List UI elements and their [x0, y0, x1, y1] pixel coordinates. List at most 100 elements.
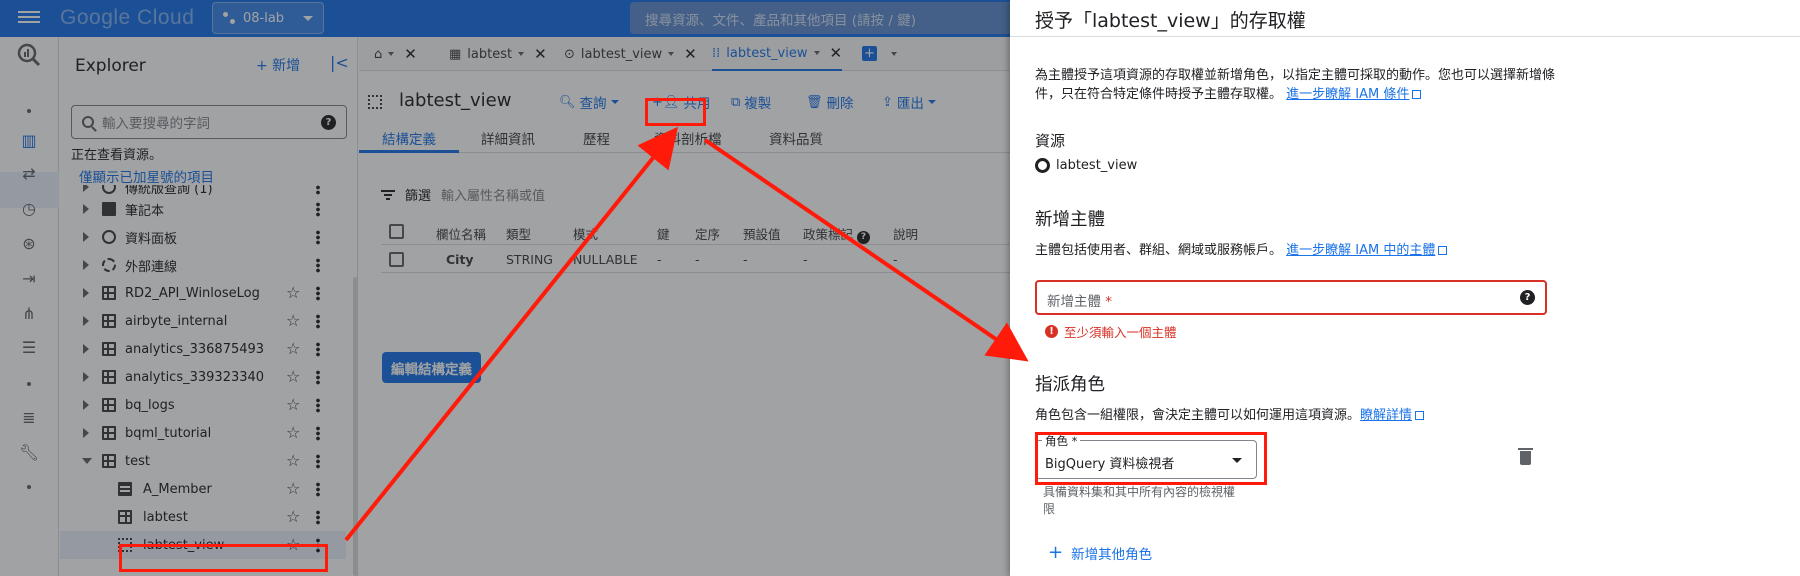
expand-arrow-icon[interactable] [83, 400, 89, 410]
schema-filter[interactable]: 篩選 輸入屬性名稱或值 [381, 185, 545, 204]
tree-item-dataset[interactable]: analytics_339323340 ☆ [60, 363, 346, 391]
star-icon[interactable]: ☆ [286, 367, 300, 386]
add-another-role-button[interactable]: + 新增其他角色 [1048, 543, 1152, 564]
subtab-schema[interactable]: 結構定義 [382, 128, 436, 148]
settings-list-nav-icon[interactable]: ☰ [17, 335, 41, 359]
row-checkbox[interactable] [389, 252, 404, 267]
iam-conditions-link[interactable]: 進一步瞭解 IAM 條件 [1286, 87, 1409, 102]
tree-item-notebooks[interactable]: 筆記本 [60, 195, 346, 223]
close-icon[interactable]: ✕ [404, 45, 417, 63]
close-icon[interactable]: ✕ [684, 45, 697, 63]
bigquery-logo-icon[interactable] [17, 43, 41, 67]
chevron-down-icon[interactable] [668, 52, 675, 56]
delete-role-icon[interactable] [1518, 448, 1533, 465]
help-icon[interactable]: ? [321, 114, 336, 130]
expand-arrow-icon[interactable] [83, 260, 89, 270]
tree-item-dataset[interactable]: bq_logs ☆ [60, 391, 346, 419]
transfers-nav-icon[interactable]: ⇄ [17, 161, 41, 185]
subtab-lineage[interactable]: 歷程 [583, 128, 610, 148]
share-button[interactable]: +👤︎ 共用 [652, 92, 710, 113]
tab-labtest-view[interactable]: ⁞⁞ labtest_view ✕ [712, 37, 843, 71]
copy-button[interactable]: ⧉ 複製 [731, 92, 771, 113]
more-options-icon[interactable] [316, 510, 320, 525]
more-options-icon[interactable] [316, 426, 320, 441]
iam-principals-link[interactable]: 進一步瞭解 IAM 中的主體 [1286, 243, 1435, 258]
expand-arrow-icon[interactable] [83, 428, 89, 438]
close-icon[interactable]: ✕ [830, 44, 843, 62]
edit-schema-button[interactable]: 編輯結構定義 [382, 352, 481, 383]
export-button[interactable]: ⇪ 匯出 [882, 92, 936, 112]
more-options-icon[interactable] [316, 314, 320, 329]
project-picker[interactable]: 08-lab [212, 2, 324, 34]
select-all-checkbox[interactable] [389, 224, 404, 239]
more-options-icon[interactable] [316, 202, 320, 217]
analytics-hub-nav-icon[interactable]: ⊛ [17, 231, 41, 255]
more-tabs-menu[interactable] [891, 37, 897, 71]
tree-item-dataset[interactable]: airbyte_internal ☆ [60, 307, 346, 335]
more-options-icon[interactable] [316, 370, 320, 385]
tree-item-view-selected[interactable]: labtest_view ☆ [60, 531, 346, 559]
tab-home[interactable]: ⌂ ✕ [374, 37, 417, 71]
star-icon[interactable]: ☆ [286, 423, 300, 442]
star-icon[interactable]: ☆ [286, 311, 300, 330]
tree-item-external-connections[interactable]: 外部連線 [60, 251, 346, 279]
more-options-icon[interactable] [316, 482, 320, 497]
show-starred-link[interactable]: 僅顯示已加星號的項目 [79, 166, 214, 186]
hamburger-menu-icon[interactable] [18, 8, 40, 28]
chevron-down-icon[interactable] [518, 52, 525, 56]
chevron-down-icon[interactable] [388, 52, 395, 56]
tree-item-dataset[interactable]: analytics_336875493 ☆ [60, 335, 346, 363]
more-options-icon[interactable] [316, 398, 320, 413]
star-icon[interactable]: ☆ [286, 283, 300, 302]
more-options-icon[interactable] [316, 286, 320, 301]
tree-item-table[interactable]: labtest ☆ [60, 503, 346, 531]
close-icon[interactable]: ✕ [534, 45, 547, 63]
tab-labtest-view-query[interactable]: ⊙ labtest_view ✕ [564, 37, 697, 71]
star-icon[interactable]: ☆ [286, 479, 300, 498]
tree-item-dataset-test[interactable]: test ☆ [60, 447, 346, 475]
new-principal-input[interactable]: 新增主體 * ? [1035, 280, 1547, 315]
chevron-down-icon[interactable] [813, 51, 820, 55]
dataform-nav-icon[interactable]: ⇥ [17, 266, 41, 290]
collapse-arrow-icon[interactable] [82, 458, 92, 464]
global-search-input[interactable]: 搜尋資源、文件、產品和其他項目 (請按 / 鍵) [630, 2, 1010, 34]
subtab-data-quality[interactable]: 資料品質 [769, 128, 823, 148]
tree-item-dataset[interactable]: bqml_tutorial ☆ [60, 419, 346, 447]
new-tab-plus-icon[interactable]: + [862, 46, 877, 61]
expand-arrow-icon[interactable] [83, 204, 89, 214]
delete-button[interactable]: 🗑︎ 刪除 [806, 92, 854, 113]
role-select[interactable]: 角色 * BigQuery 資料檢視者 [1035, 433, 1257, 479]
expand-arrow-icon[interactable] [83, 185, 89, 192]
learn-more-link[interactable]: 瞭解詳情 [1360, 408, 1412, 423]
scheduled-queries-nav-icon[interactable]: ◷ [17, 196, 41, 220]
tree-item-canvases[interactable]: 資料面板 [60, 223, 346, 251]
expand-arrow-icon[interactable] [83, 232, 89, 242]
more-options-icon[interactable] [316, 258, 320, 273]
more-options-icon[interactable] [316, 538, 320, 553]
expand-arrow-icon[interactable] [83, 372, 89, 382]
star-icon[interactable]: ☆ [286, 339, 300, 358]
partner-center-nav-icon[interactable]: ⋔ [17, 301, 41, 325]
explorer-search-input[interactable]: 輸入要搜尋的字詞 ? [71, 105, 347, 139]
subtab-data-profile[interactable]: 資料剖析檔 [654, 128, 722, 148]
more-options-icon[interactable] [316, 185, 320, 195]
star-icon[interactable]: ☆ [286, 535, 300, 554]
expand-arrow-icon[interactable] [83, 344, 89, 354]
star-icon[interactable]: ☆ [286, 507, 300, 526]
google-cloud-logo[interactable]: Google Cloud [60, 6, 194, 30]
help-icon[interactable]: ? [857, 231, 870, 244]
help-icon[interactable]: ? [1520, 290, 1535, 305]
expand-arrow-icon[interactable] [83, 316, 89, 326]
tree-item-dataset[interactable]: RD2_API_WinloseLog ☆ [60, 279, 346, 307]
more-options-icon[interactable] [316, 454, 320, 469]
add-data-button[interactable]: + 新增 [256, 55, 300, 75]
explorer-nav-icon[interactable]: ▥ [17, 128, 41, 152]
subtab-details[interactable]: 詳細資訊 [481, 128, 535, 148]
filter-input[interactable]: 輸入屬性名稱或值 [441, 185, 545, 204]
tab-labtest[interactable]: ▦ labtest ✕ [449, 37, 547, 71]
collapse-panel-icon[interactable]: |< [330, 53, 349, 72]
query-button[interactable]: 🔍︎ 查詢 [559, 92, 619, 112]
star-icon[interactable]: ☆ [286, 451, 300, 470]
more-options-icon[interactable] [316, 342, 320, 357]
explorer-scrollbar[interactable] [353, 277, 358, 576]
